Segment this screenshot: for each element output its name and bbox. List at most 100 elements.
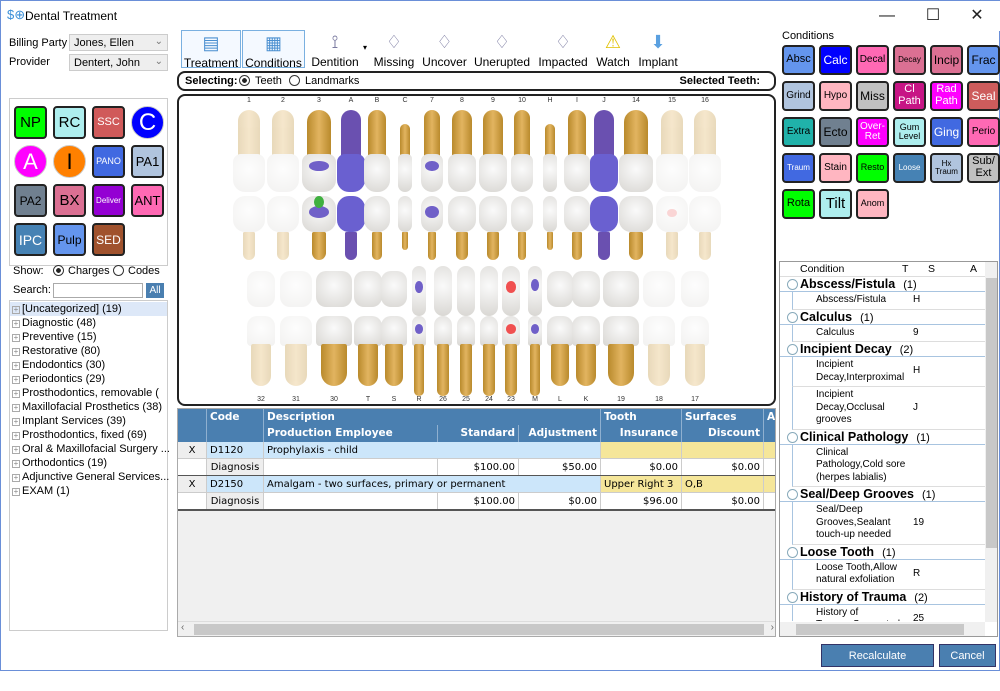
quick-button-pano[interactable]: PANO — [92, 145, 125, 178]
expand-plus-icon[interactable]: + — [12, 418, 20, 426]
condition-button-stain[interactable]: Stain — [819, 153, 852, 183]
condition-button-tilt[interactable]: Tilt — [819, 189, 852, 219]
toolbar-impacted-button[interactable]: ♢ Impacted — [537, 30, 589, 70]
quick-button-deliver[interactable]: Deliver — [92, 184, 125, 217]
tooth-M[interactable] — [528, 96, 542, 404]
quick-button-ssc[interactable]: SSC — [92, 106, 125, 139]
expand-plus-icon[interactable]: + — [12, 488, 20, 496]
category-item[interactable]: + Adjunctive General Services... — [10, 470, 169, 484]
condition-row[interactable]: Seal/Deep Grooves,Sealant touch-up neede… — [792, 502, 985, 545]
tooth-cell[interactable]: Upper Right 3 — [601, 476, 682, 493]
insurance-cell[interactable]: $96.00 — [601, 493, 682, 510]
description-cell[interactable]: Amalgam - two surfaces, primary or perma… — [264, 476, 601, 493]
codes-radio[interactable] — [113, 265, 124, 276]
a-cell[interactable] — [764, 476, 775, 493]
condition-button-hypo[interactable]: Hypo — [819, 81, 852, 111]
category-item[interactable]: + Diagnostic (48) — [10, 316, 167, 330]
column-header[interactable]: A — [970, 263, 977, 275]
category-item[interactable]: + Prosthodontics, fixed (69) — [10, 428, 167, 442]
collapse-minus-icon[interactable] — [787, 489, 798, 500]
condition-group-header[interactable]: Seal/Deep Grooves (1) — [780, 487, 985, 502]
quick-button-pa2[interactable]: PA2 — [14, 184, 47, 217]
condition-row[interactable]: Clinical Pathology,Cold sore (herpes lab… — [792, 444, 985, 487]
condition-button-loose[interactable]: Loose — [893, 153, 926, 183]
insurance-cell[interactable]: $0.00 — [601, 459, 682, 476]
expand-plus-icon[interactable]: + — [12, 474, 20, 482]
tooth-32[interactable] — [247, 96, 275, 404]
toolbar-missing-button[interactable]: ♢ Missing — [371, 30, 417, 70]
vertical-scrollbar[interactable] — [985, 262, 997, 622]
tooth-T[interactable] — [354, 96, 382, 404]
condition-row[interactable]: Incipient Decay,Interproximal H — [792, 357, 985, 387]
quick-button-ipc[interactable]: IPC — [14, 223, 47, 256]
collapse-minus-icon[interactable] — [787, 279, 798, 290]
quick-button-i[interactable]: I — [53, 145, 86, 178]
tooth-26[interactable] — [434, 96, 452, 404]
surfaces-cell[interactable]: O,B — [682, 476, 764, 493]
category-item[interactable]: + Prosthodontics, removable ( — [10, 386, 167, 400]
discount-cell[interactable]: $0.00 — [682, 459, 764, 476]
toolbar-conditions-button[interactable]: ▦ Conditions — [242, 30, 305, 70]
condition-button-incip[interactable]: Incip — [930, 45, 963, 75]
column-header[interactable]: S — [928, 263, 935, 275]
condition-button-rad-path[interactable]: Rad Path — [930, 81, 963, 111]
tooth-cell[interactable] — [601, 442, 682, 459]
collapse-minus-icon[interactable] — [787, 546, 798, 558]
adjustment-cell[interactable]: $0.00 — [519, 493, 601, 510]
tooth-25[interactable] — [457, 96, 475, 404]
employee-cell[interactable] — [264, 459, 438, 476]
scrollbar-thumb[interactable] — [194, 624, 764, 635]
condition-group-header[interactable]: Calculus (1) — [780, 310, 985, 325]
category-item[interactable]: + Endodontics (30) — [10, 358, 167, 372]
category-item[interactable]: + EXAM (1) — [10, 484, 167, 498]
teeth-radio[interactable] — [239, 75, 250, 86]
condition-button-perio[interactable]: Perio — [967, 117, 1000, 147]
condition-group-header[interactable]: History of Trauma (2) — [780, 590, 985, 605]
surfaces-cell[interactable] — [682, 442, 764, 459]
diagnosis-button[interactable]: Diagnosis — [207, 459, 264, 476]
tooth-R[interactable] — [412, 96, 426, 404]
condition-button-decal[interactable]: Decal — [856, 45, 889, 75]
condition-group-header[interactable]: Loose Tooth (1) — [780, 545, 985, 560]
quick-button-a[interactable]: A — [14, 145, 47, 178]
collapse-minus-icon[interactable] — [787, 344, 798, 355]
recalculate-limitations-button[interactable]: Recalculate Limitations — [821, 644, 934, 685]
quick-button-sed[interactable]: SED — [92, 223, 125, 256]
a-cell[interactable] — [764, 459, 775, 476]
condition-button-hx-traum[interactable]: Hx Traum — [930, 153, 963, 183]
condition-button-grind[interactable]: Grind — [782, 81, 815, 111]
all-button[interactable]: All — [146, 283, 164, 298]
category-item[interactable]: + Periodontics (29) — [10, 372, 167, 386]
expand-plus-icon[interactable]: + — [12, 362, 20, 370]
condition-group-header[interactable]: Abscess/Fistula (1) — [780, 277, 985, 292]
collapse-minus-icon[interactable] — [787, 311, 798, 323]
category-item[interactable]: + Oral & Maxillofacial Surgery ... — [10, 442, 170, 456]
category-item[interactable]: + Implant Services (39) — [10, 414, 167, 428]
horizontal-scrollbar[interactable] — [780, 622, 985, 636]
discount-cell[interactable]: $0.00 — [682, 493, 764, 510]
cancel-button[interactable]: Cancel — [939, 644, 996, 667]
category-item[interactable]: + Maxillofacial Prosthetics (38) — [10, 400, 167, 414]
condition-button-cl-path[interactable]: Cl Path — [893, 81, 926, 111]
collapse-minus-icon[interactable] — [787, 431, 798, 443]
category-item[interactable]: + Preventive (15) — [10, 330, 167, 344]
toolbar-uncover-button[interactable]: ♢ Uncover — [421, 30, 468, 70]
condition-button-traum[interactable]: Traum — [782, 153, 815, 183]
toolbar-unerupted-button[interactable]: ♢ Unerupted — [472, 30, 532, 70]
remove-row-button[interactable]: X — [178, 476, 207, 493]
condition-button-gum-level[interactable]: Gum Level — [893, 117, 926, 147]
condition-row[interactable]: Calculus 9 — [792, 324, 985, 342]
collapse-minus-icon[interactable] — [787, 591, 798, 603]
condition-row[interactable]: History of Trauma,Suspected 25 — [792, 604, 985, 621]
condition-button-miss[interactable]: Miss — [856, 81, 889, 111]
condition-group-header[interactable]: Clinical Pathology (1) — [780, 430, 985, 445]
toolbar-treatment-button[interactable]: ▤ Treatment — [181, 30, 241, 70]
diagnosis-button[interactable]: Diagnosis — [207, 493, 264, 510]
column-header[interactable]: T — [902, 263, 908, 275]
employee-cell[interactable] — [264, 493, 438, 510]
maximize-button[interactable]: ☐ — [913, 5, 953, 27]
expand-plus-icon[interactable]: + — [12, 404, 20, 412]
condition-button-rota[interactable]: Rota — [782, 189, 815, 219]
quick-button-np[interactable]: NP — [14, 106, 47, 139]
tooth-24[interactable] — [480, 96, 498, 404]
